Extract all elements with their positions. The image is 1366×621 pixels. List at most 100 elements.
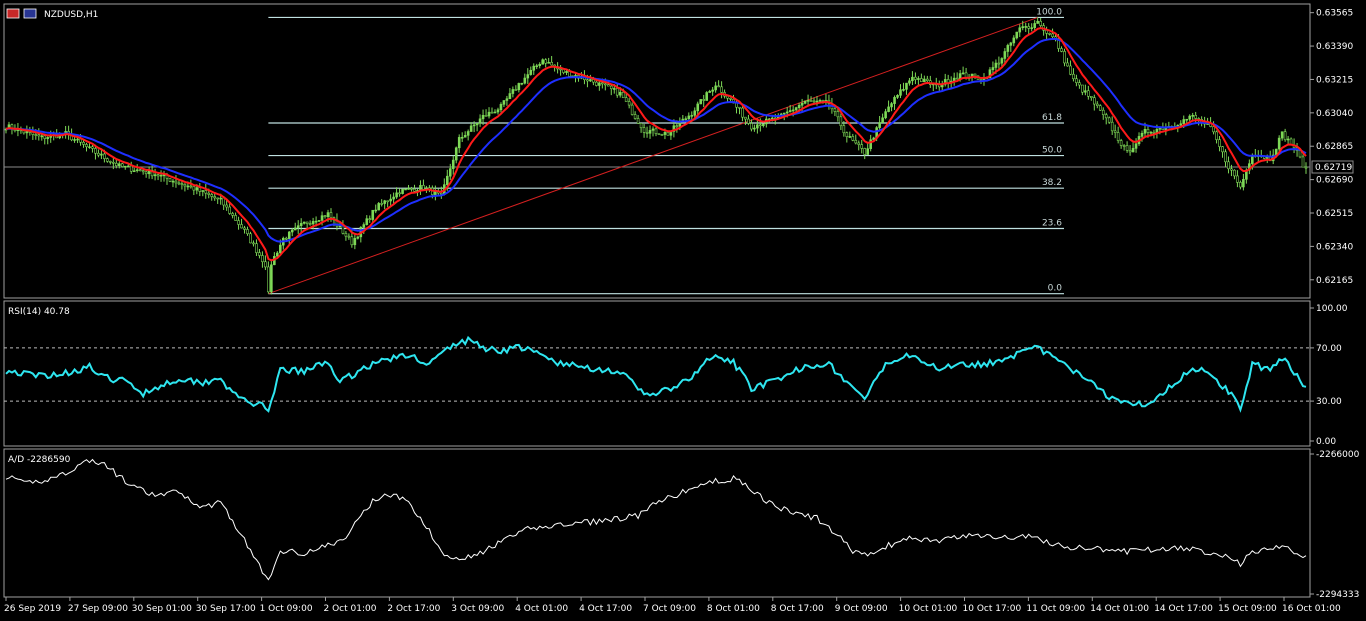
chart-background — [0, 0, 1366, 621]
candle-body — [803, 100, 807, 104]
candle-body — [762, 123, 765, 126]
candle-body — [463, 135, 467, 138]
time-tick-label: 26 Sep 2019 — [4, 604, 61, 614]
candle-body — [908, 80, 911, 84]
price-tick-label: 0.63565 — [1316, 9, 1353, 19]
candle-body — [520, 82, 524, 85]
candle-body — [1003, 51, 1007, 59]
candle-body — [702, 99, 706, 101]
price-tick-label: 0.63040 — [1316, 109, 1353, 119]
candle-body — [708, 91, 711, 93]
candle-body — [261, 255, 264, 263]
candle-body — [362, 224, 366, 228]
candle-body — [186, 185, 190, 188]
candle-body — [279, 244, 282, 254]
candle-body — [1146, 129, 1150, 133]
candle-body — [598, 82, 601, 86]
candle-body — [374, 209, 378, 212]
candle-body — [225, 204, 228, 208]
candle-body — [791, 109, 795, 112]
candle-body — [1149, 131, 1153, 134]
candle-body — [606, 84, 610, 87]
candle-body — [106, 158, 109, 162]
candle-body — [82, 141, 85, 145]
candle-body — [860, 144, 864, 149]
candle-body — [550, 62, 553, 66]
candle-body — [94, 148, 97, 154]
candle-body — [660, 134, 664, 136]
candle-body — [833, 108, 837, 112]
chart-window[interactable]: 100.0 61.8 50.0 38.2 23.6 0.0 NZDUSD,H1 0.635… — [0, 0, 1366, 621]
fib-level-label: 23.6 — [1042, 219, 1062, 229]
candle-body — [547, 62, 550, 64]
candle-body — [589, 79, 592, 82]
time-tick-label: 11 Oct 09:00 — [1026, 604, 1085, 614]
candle-body — [994, 62, 998, 68]
candle-body — [100, 153, 103, 156]
candle-body — [88, 146, 91, 149]
candle-body — [806, 100, 810, 102]
price-tick-label: 0.62165 — [1316, 276, 1353, 286]
candle-body — [1069, 65, 1072, 75]
candle-body — [484, 115, 488, 117]
candle-body — [380, 203, 383, 205]
candle-body — [741, 107, 744, 118]
price-tick-label: 0.62515 — [1316, 209, 1353, 219]
candle-body — [815, 100, 819, 103]
candle-body — [1030, 27, 1033, 29]
candle-body — [705, 92, 708, 101]
candle-body — [341, 225, 345, 234]
time-tick-label: 30 Sep 01:00 — [132, 604, 192, 614]
candle-body — [210, 194, 214, 197]
candle-body — [91, 146, 94, 149]
candle-body — [1072, 73, 1075, 80]
time-tick-label: 8 Oct 17:00 — [771, 604, 824, 614]
candle-body — [192, 186, 196, 191]
candle-body — [103, 153, 106, 159]
candle-body — [246, 229, 249, 235]
candle-body — [508, 93, 512, 100]
rsi-title: RSI(14) 40.78 — [8, 307, 70, 317]
candle-body — [621, 91, 625, 99]
candle-body — [1084, 90, 1087, 93]
candle-body — [544, 59, 547, 64]
candle-body — [890, 103, 893, 108]
candle-body — [1286, 138, 1290, 141]
candle-body — [624, 97, 628, 102]
candle-body — [189, 185, 193, 188]
candle-body — [109, 161, 112, 163]
candle-body — [851, 136, 855, 141]
candle-body — [1122, 145, 1126, 147]
candle-body — [645, 132, 649, 134]
candle-body — [612, 88, 616, 90]
candle-body — [648, 130, 652, 134]
candle-body — [902, 89, 905, 91]
time-tick-label: 4 Oct 17:00 — [579, 604, 632, 614]
candle-body — [836, 111, 840, 118]
candle-body — [1051, 33, 1054, 38]
candle-body — [195, 187, 199, 191]
candle-body — [231, 213, 234, 216]
candle-body — [1134, 143, 1138, 149]
time-tick-label: 2 Oct 01:00 — [324, 604, 377, 614]
candle-body — [818, 100, 822, 102]
candle-body — [899, 89, 902, 96]
candle-body — [505, 98, 509, 101]
candle-body — [627, 101, 631, 106]
time-tick-label: 1 Oct 09:00 — [260, 604, 313, 614]
candle-body — [237, 220, 240, 225]
candle-body — [314, 220, 318, 223]
candle-body — [392, 196, 395, 200]
candle-body — [964, 72, 968, 78]
candle-body — [839, 116, 843, 127]
candle-body — [514, 89, 518, 91]
candle-body — [973, 73, 977, 77]
candle-body — [287, 231, 291, 239]
candle-body — [1012, 37, 1016, 44]
candle-body — [911, 76, 914, 82]
candle-body — [243, 227, 246, 230]
candle-body — [788, 110, 792, 113]
time-tick-label: 10 Oct 01:00 — [899, 604, 958, 614]
time-tick-label: 8 Oct 01:00 — [707, 604, 760, 614]
candle-body — [690, 115, 694, 117]
